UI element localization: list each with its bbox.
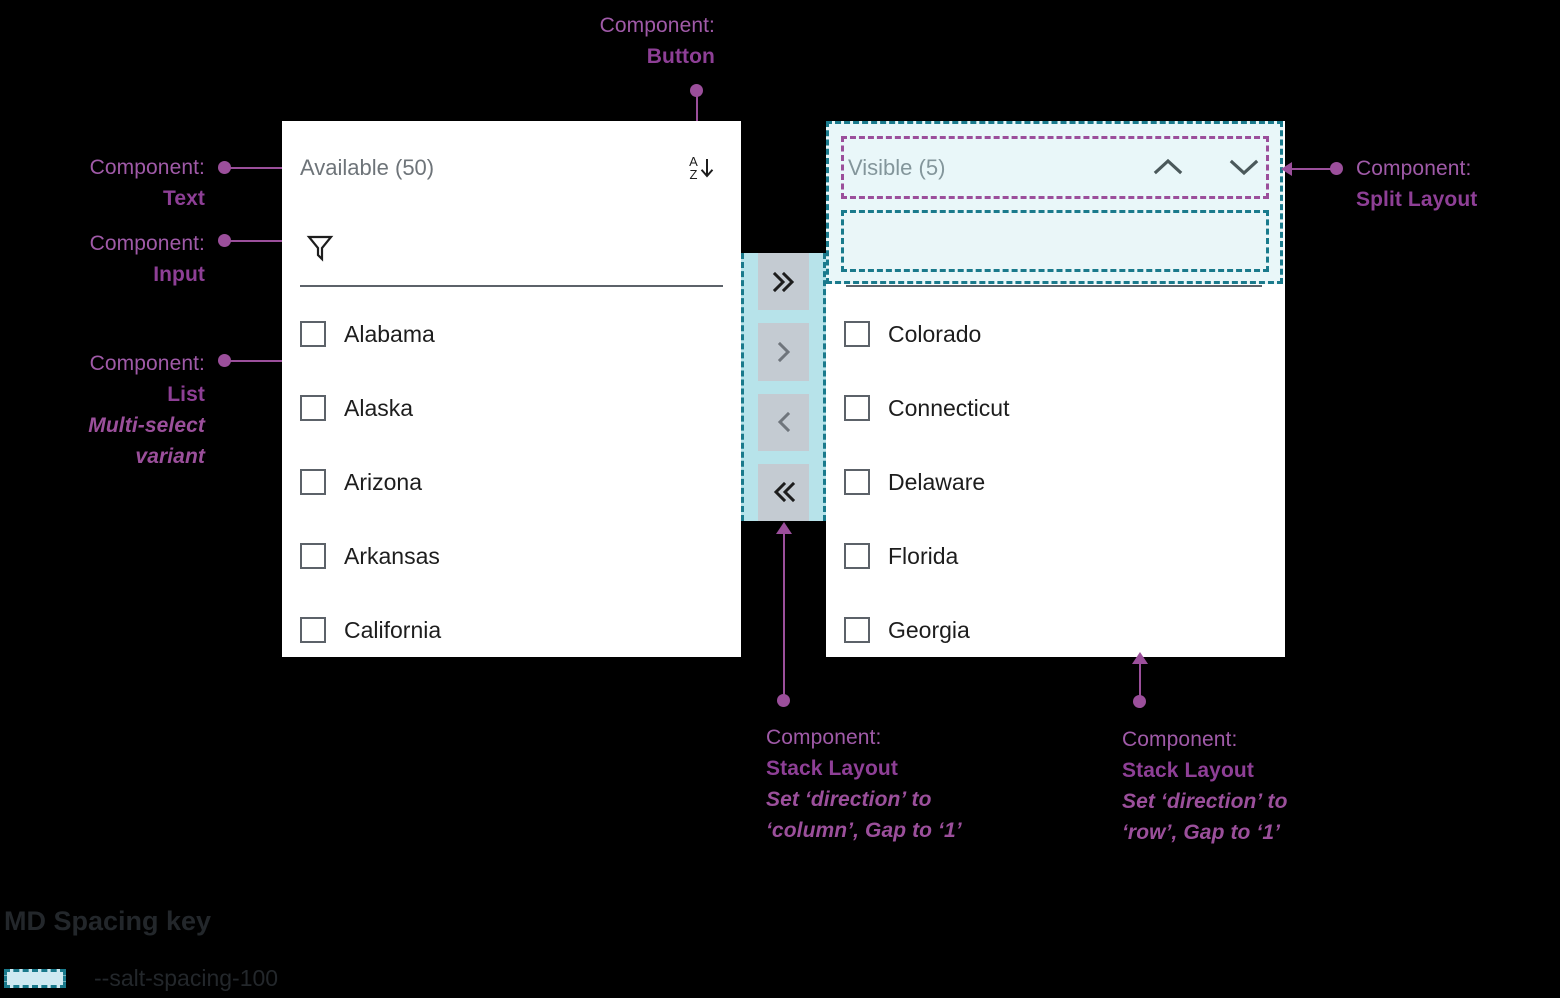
transfer-button-stack — [741, 253, 826, 521]
available-panel-actions: A Z — [685, 151, 719, 185]
annotation-button-lead: Component: — [599, 14, 715, 37]
annotation-input-strong: Input — [153, 263, 205, 286]
list-item[interactable]: Arkansas — [300, 519, 723, 593]
list-item-label: Florida — [888, 542, 959, 569]
visible-panel-actions — [1151, 151, 1261, 185]
list-item-label: Delaware — [888, 468, 986, 495]
annotation-split-layout-lead: Component: — [1356, 157, 1472, 180]
visible-panel: Visible (5) Colorado Connecticut Delawar… — [826, 121, 1285, 657]
list-item[interactable]: California — [300, 593, 723, 667]
list-item[interactable]: Georgia — [844, 593, 1267, 667]
annotation-list: Component: List Multi-select variant — [0, 348, 205, 472]
spacing-key-row: --salt-spacing-100 — [4, 965, 278, 992]
annotation-text: Component: Text — [0, 152, 205, 214]
move-left-button[interactable] — [758, 393, 809, 451]
list-item-label: Georgia — [888, 616, 970, 643]
checkbox-icon[interactable] — [300, 543, 326, 569]
list-item-label: California — [344, 616, 442, 643]
list-item[interactable]: Connecticut — [844, 371, 1267, 445]
annotated-transfer-list-diagram: Component: Button Component: Text Compon… — [0, 0, 1560, 998]
chevron-down-icon — [1227, 155, 1261, 182]
list-item-label: Arkansas — [344, 542, 440, 569]
annotation-stack-row-note: Set ‘direction’ to — [1122, 790, 1288, 813]
filter-funnel-icon — [852, 233, 880, 268]
filter-funnel-icon — [306, 233, 334, 268]
connector-line-stack-column — [783, 533, 785, 700]
connector-line-split-layout — [1292, 168, 1332, 170]
annotation-stack-column-note: Set ‘direction’ to — [766, 788, 932, 811]
sort-az-descending-button[interactable]: A Z — [685, 151, 719, 185]
list-item[interactable]: Delaware — [844, 445, 1267, 519]
annotation-list-strong: List — [167, 383, 205, 406]
connector-dot-stack-row — [1133, 695, 1146, 708]
spacing-key-label: --salt-spacing-100 — [94, 965, 279, 991]
available-filter-input[interactable] — [344, 237, 723, 263]
annotation-text-strong: Text — [162, 187, 205, 210]
list-item-label: Alabama — [344, 320, 435, 347]
checkbox-icon[interactable] — [844, 395, 870, 421]
move-all-left-button[interactable] — [758, 463, 809, 521]
annotation-stack-row-note2: ‘row’, Gap to ‘1’ — [1122, 821, 1281, 844]
list-item[interactable]: Arizona — [300, 445, 723, 519]
available-panel: Available (50) A Z Alabama Alaska Arizon… — [282, 121, 741, 657]
available-list: Alabama Alaska Arizona Arkansas Californ… — [282, 297, 741, 667]
checkbox-icon[interactable] — [300, 617, 326, 643]
move-down-button[interactable] — [1227, 151, 1261, 185]
visible-filter-input[interactable] — [890, 237, 1262, 263]
list-item-label: Colorado — [888, 320, 982, 347]
move-all-right-button[interactable] — [758, 253, 809, 311]
annotation-input-lead: Component: — [89, 232, 205, 255]
spacing-key-swatch — [4, 969, 66, 988]
annotation-button: Component: Button — [455, 10, 715, 72]
available-panel-header: Available (50) A Z — [282, 121, 741, 215]
list-item[interactable]: Colorado — [844, 297, 1267, 371]
checkbox-icon[interactable] — [300, 469, 326, 495]
visible-list: Colorado Connecticut Delaware Florida Ge… — [826, 297, 1285, 667]
checkbox-icon[interactable] — [844, 543, 870, 569]
list-item-label: Connecticut — [888, 394, 1010, 421]
annotation-stack-column-note2: ‘column’, Gap to ‘1’ — [766, 819, 962, 842]
annotation-split-layout-strong: Split Layout — [1356, 188, 1478, 211]
checkbox-icon[interactable] — [844, 617, 870, 643]
annotation-stack-row-lead: Component: — [1122, 728, 1238, 751]
checkbox-icon[interactable] — [300, 321, 326, 347]
annotation-button-strong: Button — [646, 45, 715, 68]
list-item-label: Arizona — [344, 468, 422, 495]
annotation-stack-column-strong: Stack Layout — [766, 757, 898, 780]
move-up-button[interactable] — [1151, 151, 1185, 185]
list-item[interactable]: Florida — [844, 519, 1267, 593]
checkbox-icon[interactable] — [844, 321, 870, 347]
annotation-input: Component: Input — [0, 228, 205, 290]
sort-az-letters: A Z — [689, 155, 698, 181]
available-filter-row[interactable] — [300, 215, 723, 287]
available-panel-title: Available (50) — [300, 155, 435, 180]
list-item[interactable]: Alabama — [300, 297, 723, 371]
connector-dot-stack-column — [777, 694, 790, 707]
annotation-list-note: Multi-select — [88, 414, 205, 437]
annotation-split-layout: Component: Split Layout — [1356, 153, 1556, 215]
move-right-button[interactable] — [758, 323, 809, 381]
sort-az-descending-icon: A Z — [689, 155, 715, 181]
annotation-list-lead: Component: — [89, 352, 205, 375]
spacing-key-title: MD Spacing key — [4, 906, 212, 936]
annotation-stack-column: Component: Stack Layout Set ‘direction’ … — [766, 722, 1096, 846]
chevron-up-icon — [1151, 155, 1185, 182]
connector-arrow-split-layout — [1281, 162, 1292, 176]
annotation-list-note2: variant — [135, 445, 205, 468]
list-item-label: Alaska — [344, 394, 414, 421]
list-item[interactable]: Alaska — [300, 371, 723, 445]
visible-panel-header: Visible (5) — [826, 121, 1285, 215]
annotation-stack-row-strong: Stack Layout — [1122, 759, 1254, 782]
checkbox-icon[interactable] — [844, 469, 870, 495]
annotation-stack-column-lead: Component: — [766, 726, 882, 749]
annotation-text-lead: Component: — [89, 156, 205, 179]
checkbox-icon[interactable] — [300, 395, 326, 421]
visible-panel-title: Visible (5) — [848, 155, 946, 180]
annotation-stack-row: Component: Stack Layout Set ‘direction’ … — [1122, 724, 1472, 848]
visible-filter-row[interactable] — [846, 215, 1262, 287]
connector-line-stack-row — [1139, 663, 1141, 698]
transfer-button-group — [758, 253, 809, 521]
sort-letter-bottom: Z — [689, 167, 698, 182]
connector-dot-split-layout — [1330, 162, 1343, 175]
